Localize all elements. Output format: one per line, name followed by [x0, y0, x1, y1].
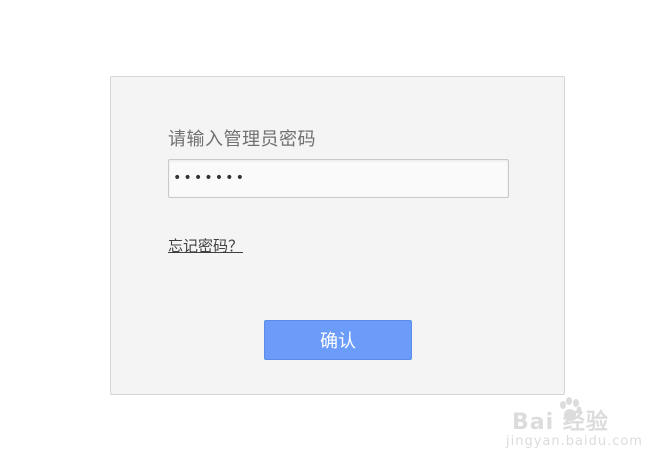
login-panel: 请输入管理员密码 ••••••• 忘记密码？ 确认 — [110, 76, 565, 395]
baidu-jingyan-watermark: Bai 经验 jingyan.baidu.com — [506, 394, 642, 460]
paw-icon — [560, 397, 582, 421]
confirm-button[interactable]: 确认 — [264, 320, 412, 360]
password-input[interactable]: ••••••• — [168, 159, 509, 198]
watermark-url: jingyan.baidu.com — [506, 434, 643, 449]
password-prompt-label: 请输入管理员密码 — [168, 129, 316, 150]
forgot-password-link[interactable]: 忘记密码？ — [168, 235, 243, 256]
